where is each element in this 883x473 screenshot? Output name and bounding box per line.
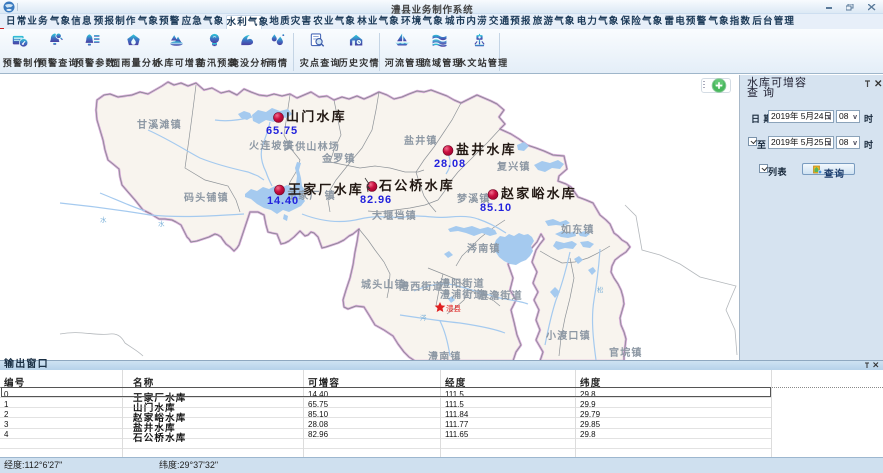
svg-text:大堰垱镇: 大堰垱镇: [372, 209, 417, 222]
svg-text:山门水库: 山门水库: [286, 109, 347, 124]
svg-text:65.75: 65.75: [266, 125, 298, 137]
svg-text:赵家峪水库: 赵家峪水库: [500, 186, 577, 201]
svg-text:82.96: 82.96: [360, 194, 392, 206]
svg-text:金罗镇: 金罗镇: [321, 152, 356, 165]
svg-text:85.10: 85.10: [480, 202, 512, 214]
svg-text:14.40: 14.40: [267, 195, 299, 207]
svg-text:石公桥水库: 石公桥水库: [378, 178, 455, 193]
svg-text:盐井镇: 盐井镇: [404, 134, 438, 147]
svg-text:澧南镇: 澧南镇: [428, 350, 462, 360]
svg-text:28.08: 28.08: [434, 158, 466, 170]
svg-text:水: 水: [100, 215, 107, 224]
svg-text:如东镇: 如东镇: [561, 223, 595, 236]
svg-text:甘溪滩镇: 甘溪滩镇: [137, 118, 182, 131]
svg-text:小渡口镇: 小渡口镇: [545, 329, 591, 342]
svg-text:盐井水库: 盐井水库: [456, 142, 517, 157]
svg-text:涔南镇: 涔南镇: [467, 242, 501, 255]
svg-text:码头铺镇: 码头铺镇: [184, 191, 229, 204]
svg-text:涔: 涔: [420, 313, 427, 322]
svg-text:澧县: 澧县: [446, 303, 461, 313]
svg-text:水: 水: [158, 219, 165, 228]
svg-text:松: 松: [597, 285, 604, 294]
svg-text:澧阳街道: 澧阳街道: [440, 277, 485, 290]
svg-text:官垸镇: 官垸镇: [609, 346, 643, 359]
svg-text:天供山林场: 天供山林场: [284, 140, 340, 153]
svg-text:王家厂水库: 王家厂水库: [288, 182, 364, 197]
svg-text:澧西街道: 澧西街道: [399, 280, 444, 293]
svg-text:复兴镇: 复兴镇: [496, 160, 531, 173]
svg-text:澧澹街道: 澧澹街道: [478, 289, 523, 302]
